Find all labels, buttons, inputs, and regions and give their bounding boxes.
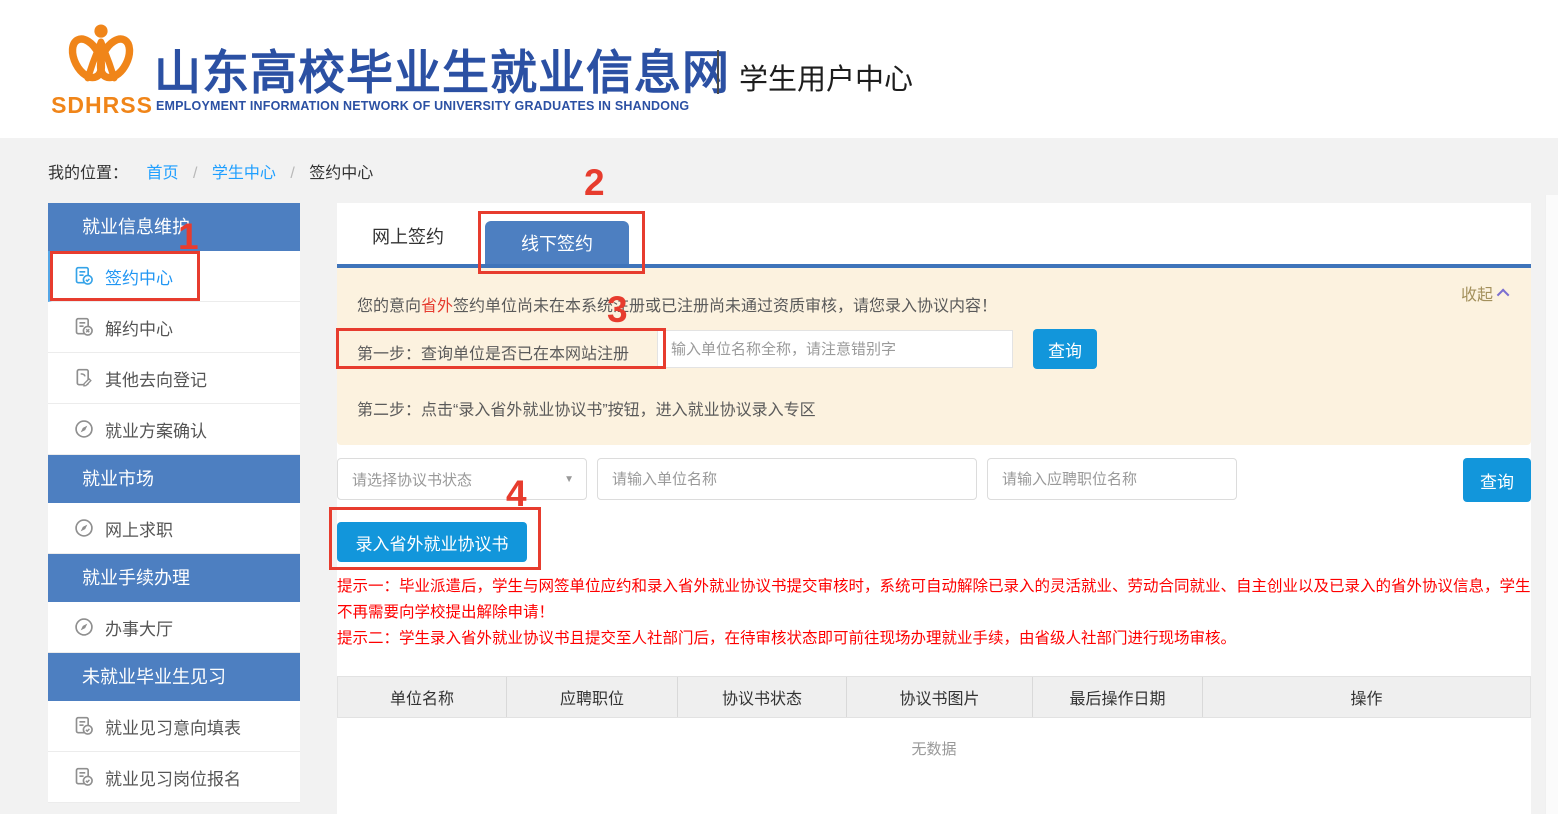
- hint-text: 提示一：毕业派遣后，学生与网签单位应约和录入省外就业协议书提交审核时，系统可自动…: [337, 574, 1531, 652]
- sidebar-item-internship-intention[interactable]: 就业见习意向填表: [48, 701, 300, 752]
- sidebar-section-job-market: 就业市场: [48, 455, 300, 503]
- sidebar-item-service-hall[interactable]: 办事大厅: [48, 602, 300, 653]
- notice-text: 您的意向省外签约单位尚未在本系统注册或已注册尚未通过资质审核，请您录入协议内容！: [357, 292, 997, 316]
- table-header-row: 单位名称 应聘职位 协议书状态 协议书图片 最后操作日期 操作: [337, 676, 1531, 718]
- col-company-name: 单位名称: [338, 677, 507, 717]
- scrollbar-gutter[interactable]: [1545, 195, 1558, 814]
- compass-icon: [74, 518, 94, 538]
- main-panel: 网上签约 线下签约 收起 您的意向省外签约单位尚未在本系统注册或已注册尚未通过资…: [337, 203, 1531, 814]
- sidebar-section-employment-info: 就业信息维护: [48, 203, 300, 251]
- col-agreement-status: 协议书状态: [678, 677, 847, 717]
- sidebar-item-internship-signup[interactable]: 就业见习岗位报名: [48, 752, 300, 803]
- sdhrss-logo-icon: [58, 22, 144, 88]
- hint-line-2: 提示二：学生录入省外就业协议书且提交至人社部门后，在待审核状态即可前往现场办理就…: [337, 626, 1531, 652]
- sidebar-item-label: 签约中心: [105, 264, 173, 289]
- sidebar-item-label: 办事大厅: [105, 615, 173, 640]
- doc-check-icon: [74, 266, 94, 286]
- site-header: SDHRSS 山东高校毕业生就业信息网 EMPLOYMENT INFORMATI…: [0, 0, 1558, 138]
- breadcrumb-separator: /: [193, 165, 197, 182]
- agreement-status-select[interactable]: 请选择协议书状态 ▼: [337, 458, 587, 500]
- col-last-operation-date: 最后操作日期: [1033, 677, 1203, 717]
- chevron-up-icon: [1497, 288, 1510, 301]
- sidebar-section-internship: 未就业毕业生见习: [48, 653, 300, 701]
- breadcrumb-home-link[interactable]: 首页: [146, 165, 178, 182]
- site-subtitle: EMPLOYMENT INFORMATION NETWORK OF UNIVER…: [156, 99, 689, 113]
- notice-text-pre: 您的意向: [357, 298, 421, 315]
- step2-label: 第二步：点击“录入省外就业协议书”按钮，进入就业协议录入专区: [357, 396, 816, 420]
- enter-out-of-province-agreement-button[interactable]: 录入省外就业协议书: [337, 522, 527, 562]
- doc-x-icon: [74, 317, 94, 337]
- hint-line-1: 提示一：毕业派遣后，学生与网签单位应约和录入省外就业协议书提交审核时，系统可自动…: [337, 574, 1531, 626]
- site-title: 山东高校毕业生就业信息网: [154, 34, 730, 103]
- company-name-input[interactable]: [597, 458, 977, 500]
- sidebar-item-label: 解约中心: [105, 315, 173, 340]
- tab-online-signing[interactable]: 网上签约: [372, 223, 444, 249]
- step1-search-button[interactable]: 查询: [1033, 329, 1097, 369]
- col-actions: 操作: [1203, 677, 1530, 717]
- doc-check-icon: [74, 716, 94, 736]
- breadcrumb-current: 签约中心: [309, 165, 373, 182]
- sidebar-item-other-destination[interactable]: 其他去向登记: [48, 353, 300, 404]
- sidebar-item-label: 其他去向登记: [105, 366, 207, 391]
- header-divider: [717, 50, 719, 94]
- logo-abbr: SDHRSS: [46, 92, 158, 119]
- sidebar-item-online-job-search[interactable]: 网上求职: [48, 503, 300, 554]
- sidebar: 就业信息维护 签约中心 解约中心: [48, 203, 300, 803]
- sidebar-item-label: 网上求职: [105, 516, 173, 541]
- doc-check-icon: [74, 767, 94, 787]
- filter-bar: 请选择协议书状态 ▼ 查询: [337, 458, 1531, 502]
- col-agreement-image: 协议书图片: [847, 677, 1033, 717]
- breadcrumb: 我的位置： 首页 / 学生中心 / 签约中心: [48, 159, 373, 183]
- sidebar-item-termination-center[interactable]: 解约中心: [48, 302, 300, 353]
- agreement-table: 单位名称 应聘职位 协议书状态 协议书图片 最后操作日期 操作 无数据: [337, 676, 1531, 778]
- notice-text-post: 签约单位尚未在本系统注册或已注册尚未通过资质审核，请您录入协议内容！: [453, 298, 997, 315]
- collapse-toggle[interactable]: 收起: [1461, 281, 1509, 305]
- annotation-number-2: 2: [584, 162, 605, 204]
- step1-label: 第一步：查询单位是否已在本网站注册: [357, 340, 629, 364]
- sidebar-item-label: 就业方案确认: [105, 417, 207, 442]
- position-name-input[interactable]: [987, 458, 1237, 500]
- tab-offline-signing[interactable]: 线下签约: [485, 221, 629, 264]
- sidebar-item-label: 就业见习岗位报名: [105, 765, 241, 790]
- compass-icon: [74, 419, 94, 439]
- col-position: 应聘职位: [507, 677, 678, 717]
- sidebar-item-signing-center[interactable]: 签约中心: [48, 251, 300, 302]
- doc-edit-icon: [74, 368, 94, 388]
- breadcrumb-student-center-link[interactable]: 学生中心: [212, 165, 276, 182]
- sidebar-item-label: 就业见习意向填表: [105, 714, 241, 739]
- collapse-label: 收起: [1461, 281, 1493, 305]
- breadcrumb-label: 我的位置：: [48, 165, 128, 182]
- notice-panel: 收起 您的意向省外签约单位尚未在本系统注册或已注册尚未通过资质审核，请您录入协议…: [337, 268, 1531, 445]
- filter-search-button[interactable]: 查询: [1463, 458, 1531, 502]
- notice-text-emphasis: 省外: [421, 298, 453, 315]
- compass-icon: [74, 617, 94, 637]
- breadcrumb-separator: /: [290, 165, 294, 182]
- portal-title: 学生用户中心: [739, 56, 913, 98]
- company-register-search-input[interactable]: [657, 330, 1013, 368]
- agreement-status-placeholder: 请选择协议书状态: [352, 469, 564, 490]
- sidebar-item-employment-plan-confirm[interactable]: 就业方案确认: [48, 404, 300, 455]
- chevron-down-icon: ▼: [564, 474, 574, 485]
- page: SDHRSS 山东高校毕业生就业信息网 EMPLOYMENT INFORMATI…: [0, 0, 1558, 814]
- table-empty-text: 无数据: [337, 718, 1531, 778]
- sidebar-section-procedures: 就业手续办理: [48, 554, 300, 602]
